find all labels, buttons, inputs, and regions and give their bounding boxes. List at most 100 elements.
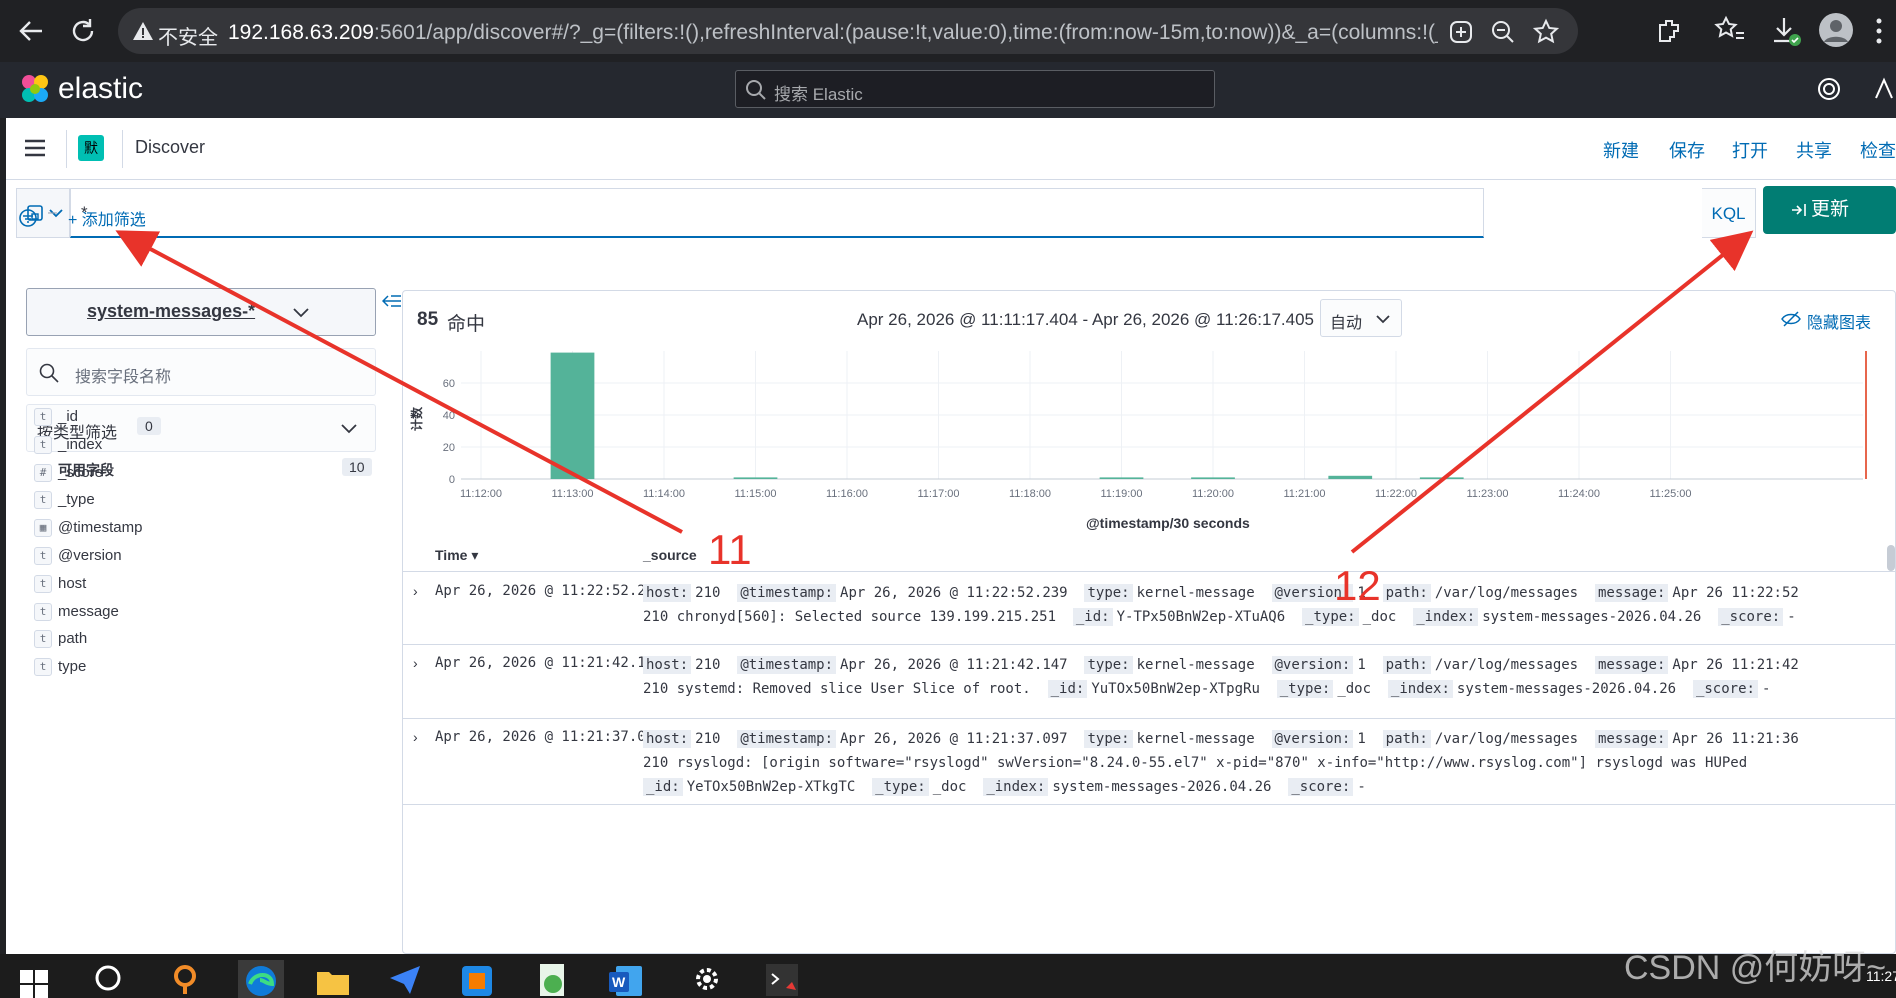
- word-icon[interactable]: W: [608, 964, 644, 998]
- source-key: @version:: [1271, 730, 1354, 748]
- help-icon[interactable]: [1816, 76, 1842, 102]
- settings-gear-icon[interactable]: [692, 964, 722, 994]
- favorites-icon[interactable]: [1714, 15, 1746, 45]
- field-item-message[interactable]: t message: [34, 601, 354, 625]
- field-item-host[interactable]: t host: [34, 573, 354, 597]
- histogram-bar[interactable]: [733, 477, 778, 479]
- new-link[interactable]: 新建: [1603, 137, 1639, 163]
- source-key: @version:: [1271, 584, 1354, 602]
- terminal-app-icon[interactable]: [764, 962, 800, 998]
- number-type-icon: #: [34, 463, 52, 482]
- source-line: host: 210 @timestamp: Apr 26, 2026 @ 11:21…: [643, 730, 1799, 748]
- x-tick-label: 11:25:00: [1649, 488, 1691, 500]
- more-icon[interactable]: [1874, 16, 1884, 46]
- scrollbar-thumb[interactable]: [1887, 545, 1895, 571]
- interval-select[interactable]: 自动: [1320, 299, 1402, 337]
- source-value: 210: [695, 657, 721, 673]
- table-row[interactable]: › Apr 26, 2026 @ 11:21:37.097 host: 210 @ti…: [403, 719, 1895, 805]
- discover-main-panel: 85 命中 Apr 26, 2026 @ 11:11:17.404 - Apr …: [402, 290, 1896, 954]
- profile-avatar[interactable]: [1818, 12, 1854, 48]
- query-language-toggle[interactable]: KQL: [1702, 188, 1756, 238]
- histogram-bar[interactable]: [1191, 477, 1235, 479]
- histogram-bar[interactable]: [1328, 475, 1373, 479]
- x-tick-label: 11:20:00: [1192, 488, 1234, 500]
- source-key: _id:: [1072, 608, 1113, 626]
- field-item-index[interactable]: t _index: [34, 434, 354, 458]
- query-input[interactable]: *: [70, 188, 1484, 238]
- filter-icon[interactable]: [18, 208, 38, 228]
- inspect-link[interactable]: 检查: [1860, 137, 1896, 163]
- share-link[interactable]: 共享: [1796, 137, 1832, 163]
- row-time: Apr 26, 2026 @ 11:21:37.097: [435, 729, 663, 745]
- refresh-label: 更新: [1811, 199, 1850, 220]
- source-column-header: _source: [643, 547, 697, 563]
- windows-start-icon[interactable]: [20, 970, 48, 998]
- x-tick-label: 11:14:00: [643, 488, 685, 500]
- space-badge[interactable]: 默: [78, 135, 104, 161]
- elastic-logo-icon[interactable]: [18, 72, 52, 106]
- expand-row-icon[interactable]: ›: [413, 655, 418, 671]
- refresh-icon: [1791, 203, 1807, 217]
- open-link[interactable]: 打开: [1732, 137, 1768, 163]
- refresh-button[interactable]: 更新: [1763, 186, 1896, 234]
- field-name: message: [58, 602, 119, 620]
- address-bar[interactable]: 不安全 192.168.63.209:5601/app/discover#/?_…: [118, 8, 1578, 54]
- favorite-star-icon[interactable]: [1532, 18, 1560, 46]
- extensions-icon[interactable]: [1654, 15, 1684, 45]
- eye-closed-icon[interactable]: [1781, 311, 1801, 327]
- field-item-id[interactable]: t _id: [34, 406, 354, 430]
- hide-chart-link[interactable]: 隐藏图表: [1807, 309, 1871, 333]
- string-type-icon: t: [34, 602, 52, 621]
- source-line: host: 210 @timestamp: Apr 26, 2026 @ 11:22…: [643, 584, 1799, 602]
- kibana-app: 默 Discover 新建 保存 打开 共享 检查 * KQL 更新 – + 添…: [6, 118, 1896, 954]
- table-row[interactable]: › Apr 26, 2026 @ 11:21:42.147 host: 210 @ti…: [403, 645, 1895, 719]
- field-item-timestamp[interactable]: ▦ @timestamp: [34, 517, 354, 541]
- app-orange-icon[interactable]: [170, 964, 200, 994]
- histogram-bar[interactable]: [1419, 477, 1464, 479]
- field-item-score[interactable]: # _score: [34, 462, 354, 486]
- table-row[interactable]: › Apr 26, 2026 @ 11:22:52.239 host: 210 @ti…: [403, 573, 1895, 645]
- downloads-icon[interactable]: [1770, 15, 1802, 47]
- field-item-type[interactable]: t type: [34, 656, 354, 680]
- back-icon[interactable]: [14, 14, 48, 48]
- interval-value: 自动: [1330, 315, 1363, 332]
- zoom-icon[interactable]: [1490, 19, 1516, 45]
- source-value: Apr 26 11:21:36: [1672, 731, 1799, 747]
- histogram-bar[interactable]: [1099, 477, 1144, 479]
- user-menu-icon[interactable]: [1872, 76, 1896, 102]
- field-item-type[interactable]: t _type: [34, 489, 354, 513]
- histogram-bar[interactable]: [550, 352, 595, 479]
- edge-browser-icon[interactable]: [244, 964, 278, 998]
- source-value: /var/log/messages: [1434, 657, 1579, 673]
- hits-count: 85: [417, 309, 439, 330]
- browser-toolbar: 不安全 192.168.63.209:5601/app/discover#/?_…: [0, 0, 1896, 62]
- field-search-input[interactable]: 搜索字段名称: [26, 348, 376, 396]
- menu-icon[interactable]: [24, 138, 46, 158]
- field-item-version[interactable]: t @version: [34, 545, 354, 569]
- source-value: 210 chronyd[560]: Selected source 139.19…: [643, 609, 1057, 625]
- global-search-input[interactable]: 搜索 Elastic: [735, 70, 1215, 108]
- source-key: @version:: [1271, 656, 1354, 674]
- notepad-frog-icon[interactable]: [536, 962, 570, 998]
- file-explorer-icon[interactable]: [316, 966, 350, 996]
- sort-down-icon[interactable]: ▾: [471, 547, 478, 563]
- feishu-icon[interactable]: [388, 964, 422, 996]
- copilot-icon[interactable]: [1448, 19, 1474, 45]
- histogram-bars: [550, 352, 1464, 479]
- source-value: /var/log/messages: [1434, 585, 1579, 601]
- time-column-header[interactable]: Time ▾: [435, 547, 478, 564]
- x-tick-label: 11:13:00: [551, 488, 593, 500]
- save-link[interactable]: 保存: [1669, 137, 1705, 163]
- field-item-path[interactable]: t path: [34, 628, 354, 652]
- index-pattern-selector[interactable]: system-messages-*: [26, 288, 376, 336]
- source-value: kernel-message: [1136, 657, 1255, 673]
- remote-app-icon[interactable]: [460, 964, 494, 998]
- search-icon[interactable]: [94, 964, 124, 994]
- reload-icon[interactable]: [66, 14, 100, 48]
- source-key: _type:: [1276, 680, 1334, 698]
- expand-row-icon[interactable]: ›: [413, 583, 418, 599]
- add-filter-link[interactable]: + 添加筛选: [68, 206, 146, 230]
- source-key: _index:: [1387, 680, 1453, 698]
- collapse-sidebar-icon[interactable]: [382, 294, 402, 308]
- expand-row-icon[interactable]: ›: [413, 729, 418, 745]
